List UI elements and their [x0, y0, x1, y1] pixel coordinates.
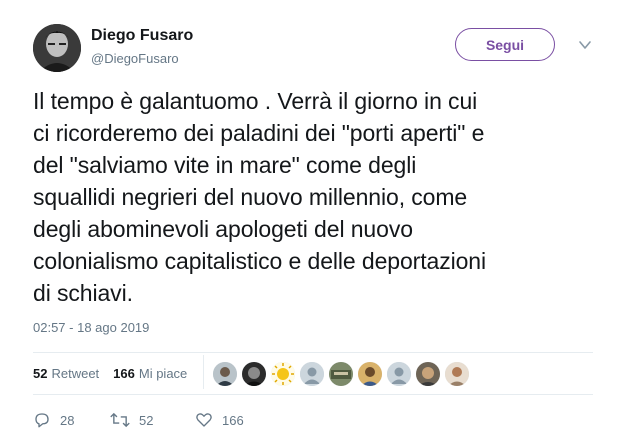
heart-icon	[195, 411, 213, 429]
liker-avatar-default[interactable]	[300, 362, 324, 386]
liker-avatar[interactable]	[213, 362, 237, 386]
retweet-button[interactable]: 52	[110, 409, 153, 431]
reply-icon	[33, 411, 51, 429]
engagement-stats: 52 Retweet 166 Mi piace	[33, 366, 187, 381]
author-handle[interactable]: @DiegoFusaro	[91, 51, 179, 66]
liker-avatars	[213, 362, 469, 386]
author-name[interactable]: Diego Fusaro	[91, 27, 193, 45]
tweet-timestamp[interactable]: 02:57 - 18 ago 2019	[33, 320, 149, 335]
tweet-text: Il tempo è galantuomo . Verrà il giorno …	[33, 88, 486, 306]
liker-avatar-default[interactable]	[387, 362, 411, 386]
liker-avatar-sun[interactable]	[271, 362, 295, 386]
retweet-stat[interactable]: 52 Retweet	[33, 366, 99, 381]
retweet-icon	[110, 411, 130, 429]
retweet-count: 52	[139, 412, 154, 428]
chevron-down-icon[interactable]	[578, 38, 592, 52]
liker-avatar[interactable]	[416, 362, 440, 386]
like-stat[interactable]: 166 Mi piace	[113, 366, 187, 381]
reply-count: 28	[60, 412, 75, 428]
like-button[interactable]: 166	[195, 409, 244, 431]
author-avatar[interactable]	[33, 24, 81, 72]
liker-avatar[interactable]	[358, 362, 382, 386]
retweet-stat-label: Retweet	[51, 366, 100, 381]
like-count: 166	[222, 412, 244, 428]
divider	[33, 394, 593, 395]
liker-avatar[interactable]	[445, 362, 469, 386]
stats-separator	[203, 355, 204, 389]
liker-avatar[interactable]	[329, 362, 353, 386]
like-stat-label: Mi piace	[138, 366, 188, 381]
divider	[33, 352, 593, 353]
reply-button[interactable]: 28	[33, 409, 74, 431]
like-stat-count: 166	[113, 366, 135, 381]
follow-button[interactable]: Segui	[455, 28, 555, 61]
retweet-stat-count: 52	[33, 366, 48, 381]
liker-avatar[interactable]	[242, 362, 266, 386]
